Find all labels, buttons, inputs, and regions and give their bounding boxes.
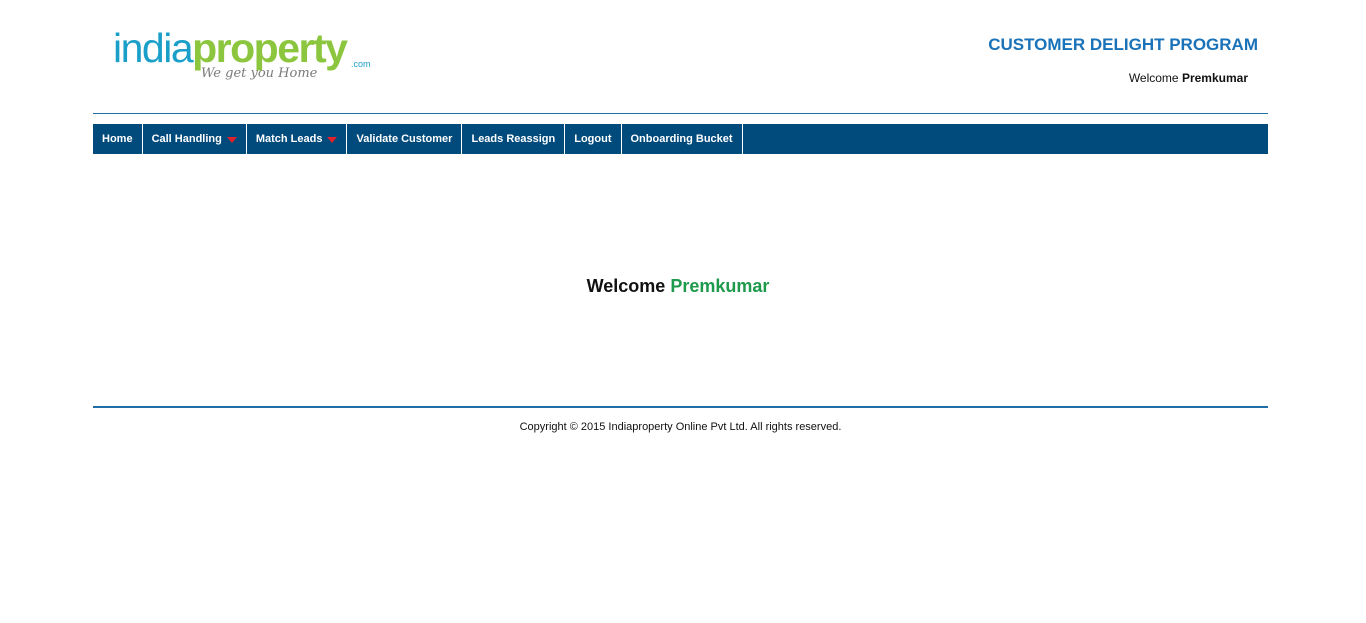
main-welcome-label: Welcome (586, 276, 666, 296)
nav-leads-reassign-label: Leads Reassign (471, 133, 556, 145)
nav-leads-reassign[interactable]: Leads Reassign (462, 124, 566, 154)
logo-dotcom-text: .com (351, 59, 371, 69)
program-title: CUSTOMER DELIGHT PROGRAM (988, 35, 1258, 54)
nav-match-leads-label: Match Leads (255, 133, 323, 145)
main-welcome-message: Welcome Premkumar (0, 276, 1356, 297)
dropdown-arrow-icon (327, 137, 338, 143)
logo-wordmark: indiaproperty (113, 25, 348, 71)
page: indiaproperty .com We get you Home CUSTO… (0, 0, 1366, 623)
footer-copyright: Copyright © 2015 Indiaproperty Online Pv… (519, 421, 842, 433)
logo-india-text: india (113, 25, 194, 71)
nav-validate-customer-label: Validate Customer (356, 133, 453, 145)
nav-home[interactable]: Home (93, 124, 143, 154)
nav-onboarding-bucket-label: Onboarding Bucket (630, 133, 733, 145)
nav-validate-customer[interactable]: Validate Customer (347, 124, 463, 154)
header-divider (93, 113, 1268, 114)
dropdown-arrow-icon (226, 137, 237, 143)
indiaproperty-logo[interactable]: indiaproperty .com We get you Home (113, 26, 383, 88)
header-welcome-label: Welcome (1128, 71, 1179, 85)
nav-call-handling-label: Call Handling (151, 133, 222, 145)
header-welcome: Welcome Premkumar (1129, 71, 1248, 85)
main-nav: Home Call Handling Match Leads Validate … (93, 124, 1268, 154)
logo-tagline: We get you Home (201, 66, 318, 81)
header: indiaproperty .com We get you Home CUSTO… (93, 0, 1268, 114)
main-user-name: Premkumar (670, 276, 770, 296)
nav-home-label: Home (102, 133, 133, 145)
nav-call-handling[interactable]: Call Handling (143, 124, 247, 154)
header-user-name: Premkumar (1181, 71, 1248, 85)
nav-logout[interactable]: Logout (565, 124, 622, 154)
logo-property-text: property (192, 25, 348, 71)
footer-divider (93, 406, 1268, 408)
nav-match-leads[interactable]: Match Leads (247, 124, 348, 154)
nav-logout-label: Logout (574, 133, 612, 145)
nav-onboarding-bucket[interactable]: Onboarding Bucket (622, 124, 743, 154)
